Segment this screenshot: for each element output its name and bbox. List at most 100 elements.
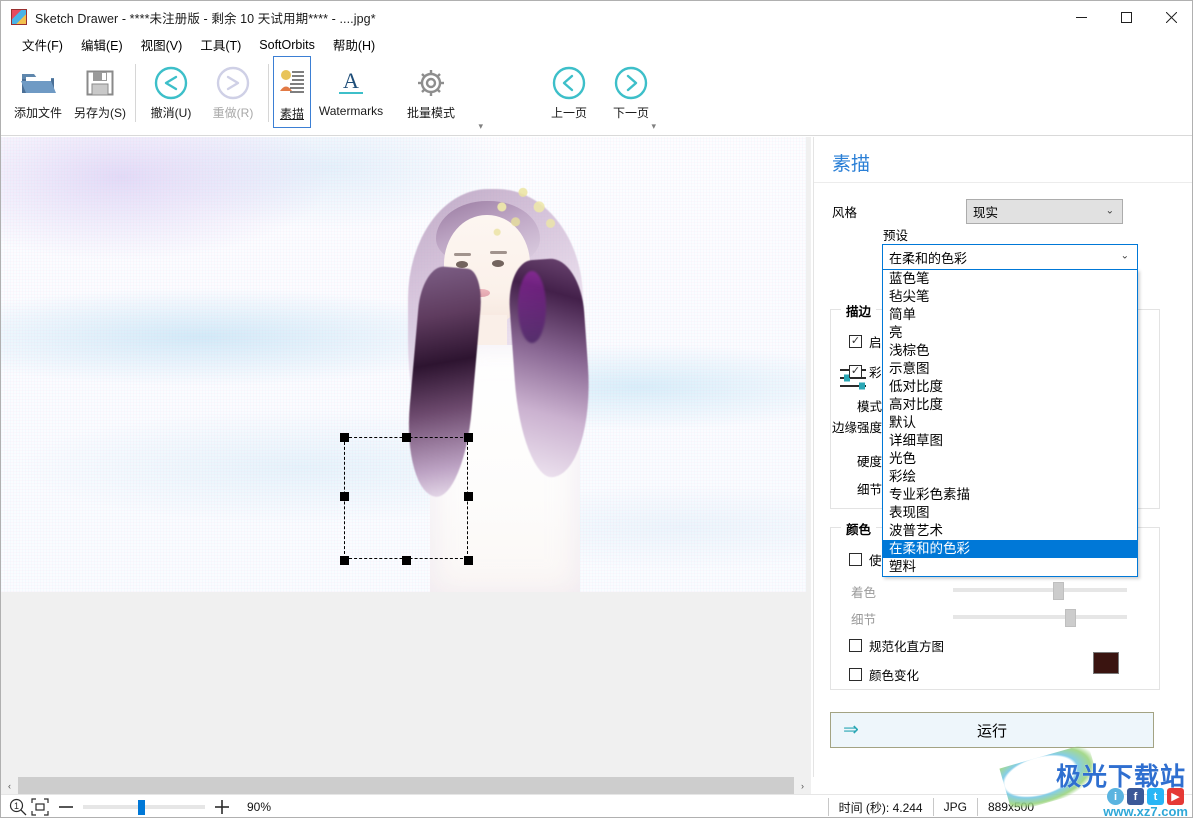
undo-button[interactable]: 撤消(U) <box>140 56 202 128</box>
stroke-mode-label: 模式 <box>857 400 883 414</box>
preset-option-3[interactable]: 亮 <box>883 324 1137 342</box>
canvas-horizontal-scrollbar[interactable]: ‹ › <box>1 777 811 794</box>
preset-option-16[interactable]: 塑料 <box>883 558 1137 576</box>
selection-handle-top-center[interactable] <box>402 433 411 442</box>
preset-option-7[interactable]: 高对比度 <box>883 396 1137 414</box>
next-page-button[interactable]: 下一页 <box>600 56 662 128</box>
preset-option-6[interactable]: 低对比度 <box>883 378 1137 396</box>
zoom-slider-thumb[interactable] <box>138 800 145 815</box>
preset-option-13[interactable]: 表现图 <box>883 504 1137 522</box>
preset-option-15[interactable]: 在柔和的色彩 <box>883 540 1137 558</box>
preset-dropdown-list[interactable]: 蓝色笔 毡尖笔 简单 亮 浅棕色 示意图 低对比度 高对比度 默认 详细草图 光… <box>882 269 1138 577</box>
menu-item-view[interactable]: 视图(V) <box>132 32 192 57</box>
color-swatch[interactable] <box>1093 652 1119 674</box>
watermarks-label: Watermarks <box>318 104 384 118</box>
add-file-button[interactable]: 添加文件 <box>7 56 69 128</box>
selection-handle-middle-left[interactable] <box>340 492 349 501</box>
zoom-fit-button[interactable] <box>29 796 51 817</box>
color-change-label: 颜色变化 <box>869 669 920 683</box>
preview-image[interactable] <box>1 137 806 592</box>
color-detail-slider[interactable] <box>953 609 1127 627</box>
save-as-label: 另存为(S) <box>74 106 126 120</box>
image-canvas[interactable] <box>1 137 811 777</box>
preset-option-10[interactable]: 光色 <box>883 450 1137 468</box>
sketch-label: 素描 <box>279 107 304 121</box>
selection-marquee[interactable] <box>340 433 473 565</box>
chevron-down-icon: ⌄ <box>1105 204 1114 216</box>
minimize-icon <box>1076 16 1087 18</box>
redo-button[interactable]: 重做(R) <box>202 56 264 128</box>
coloring-slider-thumb[interactable] <box>1053 582 1064 600</box>
color-change-row[interactable]: 颜色变化 <box>849 665 919 684</box>
style-select[interactable]: 现实 ⌄ <box>966 199 1123 224</box>
batch-mode-button[interactable]: 批量模式 <box>391 56 471 128</box>
toolbar: 添加文件 另存为(S) ▾ <box>1 56 1192 136</box>
normalize-histogram-label: 规范化直方图 <box>869 640 945 654</box>
selection-handle-top-right[interactable] <box>464 433 473 442</box>
navigation-group-expand-icon[interactable]: ▾ <box>651 121 656 132</box>
run-button-label: 运行 <box>976 722 1007 740</box>
preset-option-11[interactable]: 彩绘 <box>883 468 1137 486</box>
selection-handle-bottom-right[interactable] <box>464 556 473 565</box>
sketch-icon <box>277 64 307 104</box>
preset-option-9[interactable]: 详细草图 <box>883 432 1137 450</box>
menu-item-edit[interactable]: 编辑(E) <box>72 32 132 57</box>
preset-option-4[interactable]: 浅棕色 <box>883 342 1137 360</box>
stroke-enable-checkbox[interactable] <box>849 335 862 348</box>
maximize-button[interactable] <box>1104 1 1149 33</box>
zoom-slider[interactable] <box>83 799 205 815</box>
preset-option-8[interactable]: 默认 <box>883 414 1137 432</box>
preset-option-12[interactable]: 专业彩色素描 <box>883 486 1137 504</box>
selection-handle-top-left[interactable] <box>340 433 349 442</box>
toolbar-group-navigation: 上一页 下一页 ▾ <box>498 56 662 134</box>
selection-handle-middle-right[interactable] <box>464 492 473 501</box>
subject-eye-right <box>492 260 504 267</box>
watermark-text-icon: A <box>334 63 368 103</box>
prev-page-button[interactable]: 上一页 <box>538 56 600 128</box>
coloring-slider[interactable] <box>953 582 1127 600</box>
preset-option-0[interactable]: 蓝色笔 <box>883 270 1137 288</box>
stroke-color-checkbox[interactable] <box>849 365 862 378</box>
menu-item-tools[interactable]: 工具(T) <box>191 32 250 57</box>
menu-item-file[interactable]: 文件(F) <box>13 32 72 57</box>
preset-select[interactable]: 在柔和的色彩 ⌄ <box>882 244 1138 270</box>
effects-group-expand-icon[interactable]: ▾ <box>478 121 483 132</box>
stroke-detail-label: 细节 <box>857 483 883 497</box>
title-bar: Sketch Drawer - ****未注册版 - 剩余 10 天试用期***… <box>1 1 1192 33</box>
menu-item-softorbits[interactable]: SoftOrbits <box>250 35 324 55</box>
stroke-group-legend: 描边 <box>841 301 877 320</box>
normalize-histogram-checkbox[interactable] <box>849 639 862 652</box>
preset-option-2[interactable]: 简单 <box>883 306 1137 324</box>
menu-item-help[interactable]: 帮助(H) <box>324 32 384 57</box>
run-button[interactable]: ⇒ 运行 <box>830 712 1154 748</box>
toolbar-group-history: 撤消(U) 重做(R) <box>140 56 264 134</box>
normalize-histogram-row[interactable]: 规范化直方图 <box>849 636 944 655</box>
zoom-in-button[interactable] <box>211 796 233 817</box>
minimize-button[interactable] <box>1059 1 1104 33</box>
scroll-right-arrow[interactable]: › <box>794 777 811 794</box>
sketch-button[interactable]: 素描 <box>273 56 311 128</box>
floppy-save-icon <box>83 63 117 103</box>
status-bar: 1 90% 时间 (秒): 4.244 JPG 889x500 <box>1 794 1192 817</box>
fit-to-window-icon <box>31 798 49 816</box>
color-detail-slider-track <box>953 615 1127 619</box>
color-detail-slider-thumb[interactable] <box>1065 609 1076 627</box>
color-use-checkbox[interactable] <box>849 553 862 566</box>
scroll-track[interactable] <box>18 777 794 794</box>
preset-option-5[interactable]: 示意图 <box>883 360 1137 378</box>
scroll-left-arrow[interactable]: ‹ <box>1 777 18 794</box>
selection-handle-bottom-left[interactable] <box>340 556 349 565</box>
window-title: Sketch Drawer - ****未注册版 - 剩余 10 天试用期***… <box>35 11 376 26</box>
panel-header-divider <box>814 182 1192 183</box>
processing-time-value: 时间 (秒): 4.244 <box>838 800 923 815</box>
save-as-button[interactable]: 另存为(S) <box>69 56 131 128</box>
close-button[interactable] <box>1149 1 1192 33</box>
selection-handle-bottom-center[interactable] <box>402 556 411 565</box>
watermarks-button[interactable]: A Watermarks <box>311 56 391 128</box>
preset-option-1[interactable]: 毡尖笔 <box>883 288 1137 306</box>
zoom-actual-size-button[interactable]: 1 <box>7 796 29 817</box>
color-change-checkbox[interactable] <box>849 668 862 681</box>
zoom-out-button[interactable] <box>55 796 77 817</box>
panel-title: 素描 <box>832 154 871 175</box>
preset-option-14[interactable]: 波普艺术 <box>883 522 1137 540</box>
